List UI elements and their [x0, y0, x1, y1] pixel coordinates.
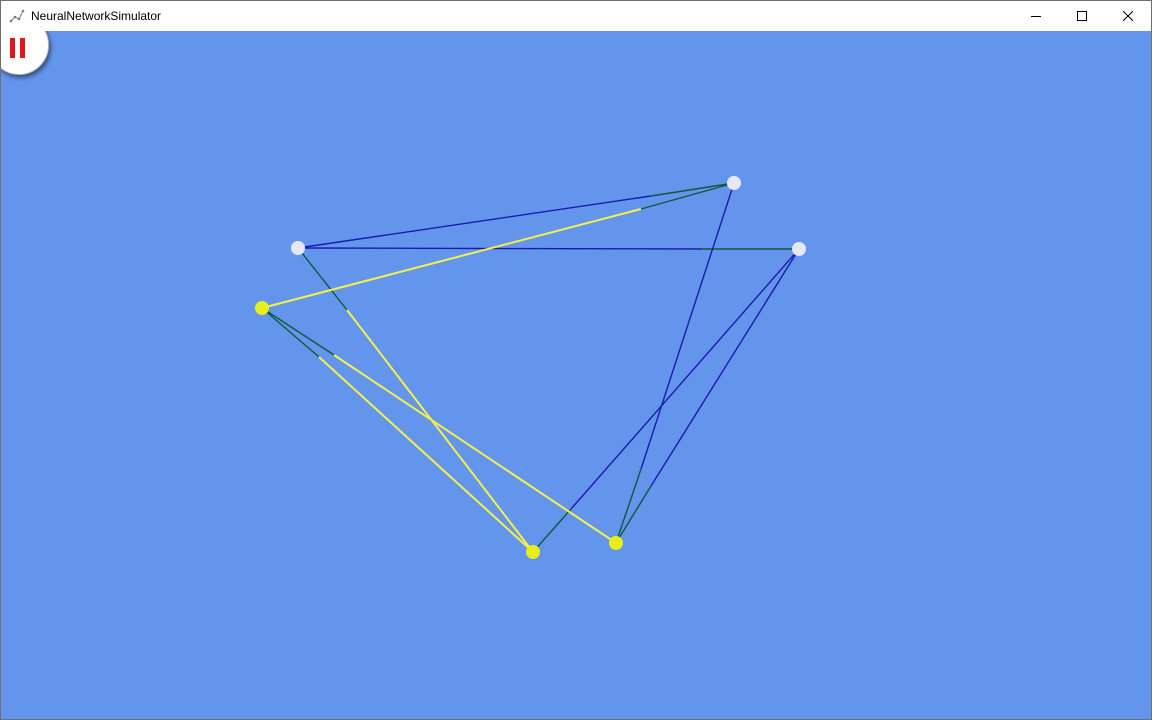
close-button[interactable]: [1105, 1, 1151, 31]
link-n1-n2: [297, 195, 652, 249]
link-n4-n6: [333, 354, 617, 544]
link-n3-n6: [650, 248, 800, 487]
network-graph: [255, 176, 806, 559]
link-n4-n5-start: [261, 307, 320, 358]
pause-bar-right: [20, 38, 25, 58]
link-n2-n6: [640, 182, 735, 470]
network-graph-icon: [9, 9, 25, 23]
link-n4-n5: [318, 356, 534, 553]
link-n4-n6-start: [261, 307, 335, 356]
links: [261, 182, 800, 553]
minimize-icon: [1031, 16, 1041, 17]
title-bar[interactable]: NeuralNetworkSimulator: [1, 1, 1151, 31]
maximize-button[interactable]: [1059, 1, 1105, 31]
app-window: NeuralNetworkSimulator: [0, 0, 1152, 720]
neurons: [255, 176, 806, 559]
link-n1-n5: [346, 309, 534, 553]
neuron-active[interactable]: [255, 301, 269, 315]
neuron-inactive[interactable]: [727, 176, 741, 190]
close-icon: [1123, 11, 1133, 21]
link-n1-n5-start: [297, 247, 348, 311]
neuron-active[interactable]: [609, 536, 623, 550]
link-n3-n6-end: [615, 485, 652, 544]
neuron-active[interactable]: [526, 545, 540, 559]
window-title: NeuralNetworkSimulator: [31, 9, 162, 23]
pause-bar-left: [10, 38, 15, 58]
link-n2-n6-end: [615, 468, 642, 544]
link-n3-n5: [570, 248, 800, 510]
simulation-canvas[interactable]: [1, 31, 1151, 719]
link-n3-n5-end: [532, 508, 572, 553]
pause-icon: [10, 38, 28, 58]
link-n1-n3: [297, 247, 702, 250]
link-n4-n2: [261, 208, 642, 309]
minimize-button[interactable]: [1013, 1, 1059, 31]
neuron-inactive[interactable]: [291, 241, 305, 255]
neuron-inactive[interactable]: [792, 242, 806, 256]
maximize-icon: [1077, 11, 1087, 21]
